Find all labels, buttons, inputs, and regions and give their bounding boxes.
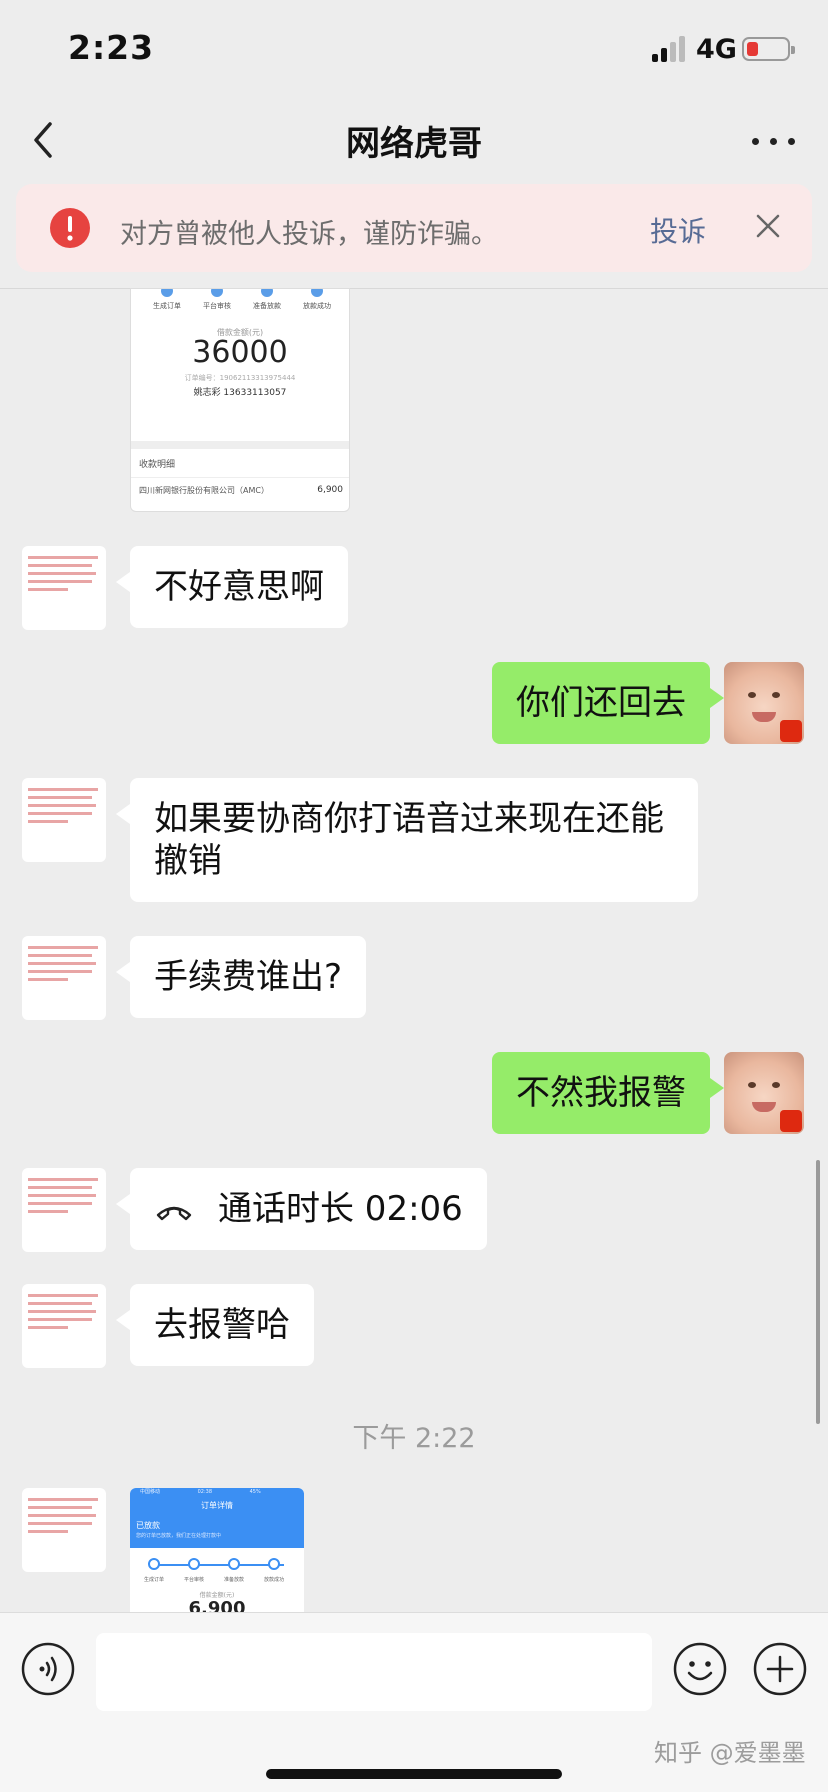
message-bubble-sent[interactable]: 你们还回去 xyxy=(492,662,724,744)
battery-icon xyxy=(742,37,795,61)
order-image-message[interactable]: 中国移动 02:38 45% 订单详情 已放款 您的订单已放款，我们正在处理打款… xyxy=(130,1488,304,1612)
call-duration-text: 通话时长 02:06 xyxy=(218,1189,463,1229)
loan-amount: 6,900 xyxy=(188,1598,246,1612)
receipt-image-message[interactable]: 生成订单 平台审核 准备放款 放款成功 借款金额(元) 36000 订单编号：1… xyxy=(130,288,350,512)
progress-steps: 生成订单 平台审核 准备放款 放款成功 xyxy=(131,289,349,323)
contact-avatar[interactable] xyxy=(22,778,106,862)
step-label: 生成订单 xyxy=(153,302,181,310)
order-number: 订单编号：19062113313975444 xyxy=(184,374,296,382)
call-record-bubble[interactable]: 通话时长 02:06 xyxy=(116,1168,487,1250)
chat-title: 网络虎哥 xyxy=(346,124,482,164)
voice-input-button[interactable] xyxy=(20,1641,76,1697)
step-label: 放款成功 xyxy=(303,302,331,310)
detail-bank: 四川新网银行股份有限公司（AMC） xyxy=(139,486,269,495)
emoji-button[interactable] xyxy=(672,1641,728,1697)
phone-icon xyxy=(156,1206,192,1220)
phone-battery: 45% xyxy=(249,1489,261,1495)
watermark: 知乎 @爱墨墨 xyxy=(654,1739,806,1767)
user-avatar[interactable] xyxy=(724,662,804,744)
detail-title: 收款明细 xyxy=(139,460,176,470)
divider xyxy=(0,288,828,289)
message-bubble-received[interactable]: 如果要协商你打语音过来现在还能撤销 xyxy=(116,778,698,902)
order-state: 已放款 xyxy=(136,1521,160,1530)
emoji-icon xyxy=(673,1642,727,1696)
message-bubble-received[interactable]: 手续费谁出? xyxy=(115,936,367,1018)
loan-amount: 36000 xyxy=(192,335,288,370)
step-label: 平台审核 xyxy=(203,302,231,310)
input-bar: 知乎 @爱墨墨 xyxy=(0,1612,828,1792)
message-timestamp: 下午 2:22 xyxy=(352,1423,476,1454)
step-label: 放款成功 xyxy=(263,1577,284,1583)
user-avatar[interactable] xyxy=(724,1052,804,1134)
close-banner-button[interactable] xyxy=(748,206,788,246)
warning-text: 对方曾被他人投诉，谨防诈骗。 xyxy=(120,219,498,250)
flag-icon xyxy=(780,720,802,742)
message-bubble-received[interactable]: 不好意思啊 xyxy=(116,546,348,628)
flag-icon xyxy=(780,1110,802,1132)
order-subtitle: 您的订单已放款，我们正在处理打款中 xyxy=(136,1533,222,1539)
step-label: 平台审核 xyxy=(183,1577,204,1583)
complain-link[interactable]: 投诉 xyxy=(650,210,706,250)
phone-time: 02:38 xyxy=(197,1489,213,1495)
plus-icon xyxy=(753,1642,807,1696)
step-label: 准备放款 xyxy=(223,1577,244,1583)
step-label: 生成订单 xyxy=(143,1577,164,1583)
status-bar: 2:23 4G xyxy=(0,0,828,96)
exclamation-icon xyxy=(50,208,90,248)
divider xyxy=(131,477,349,478)
more-button[interactable] xyxy=(742,110,806,170)
detail-amount: 6,900 xyxy=(317,485,343,495)
message-input[interactable] xyxy=(96,1633,652,1711)
contact-avatar[interactable] xyxy=(22,546,106,630)
more-functions-button[interactable] xyxy=(752,1641,808,1697)
contact-avatar[interactable] xyxy=(22,936,106,1020)
order-header: 中国移动 02:38 45% 订单详情 已放款 您的订单已放款，我们正在处理打款… xyxy=(130,1488,304,1548)
chat-message-list[interactable]: 生成订单 平台审核 准备放款 放款成功 借款金额(元) 36000 订单编号：1… xyxy=(0,288,828,1612)
phone-status: 中国移动 02:38 45% xyxy=(130,1488,304,1498)
fraud-warning-banner: 对方曾被他人投诉，谨防诈骗。 投诉 xyxy=(16,184,812,272)
contact-avatar[interactable] xyxy=(22,1284,106,1368)
contact-avatar[interactable] xyxy=(22,1168,106,1252)
payee: 姚志彩 13633113057 xyxy=(193,388,287,398)
scrollbar[interactable] xyxy=(816,1160,820,1424)
message-bubble-received[interactable]: 去报警哈 xyxy=(116,1284,314,1366)
more-icon xyxy=(752,138,759,145)
close-icon xyxy=(756,214,780,238)
signal-icon xyxy=(652,36,686,62)
message-bubble-sent[interactable]: 不然我报警 xyxy=(492,1052,724,1134)
status-time: 2:23 xyxy=(68,28,155,67)
carrier: 中国移动 xyxy=(140,1489,161,1495)
contact-avatar[interactable] xyxy=(22,1488,106,1572)
progress-track xyxy=(150,1564,284,1566)
network-label: 4G xyxy=(696,34,737,65)
order-title: 订单详情 xyxy=(201,1501,233,1510)
divider xyxy=(131,441,349,449)
voice-icon xyxy=(21,1642,75,1696)
nav-bar: 网络虎哥 xyxy=(0,96,828,184)
home-indicator[interactable] xyxy=(266,1769,562,1779)
step-label: 准备放款 xyxy=(253,302,281,310)
